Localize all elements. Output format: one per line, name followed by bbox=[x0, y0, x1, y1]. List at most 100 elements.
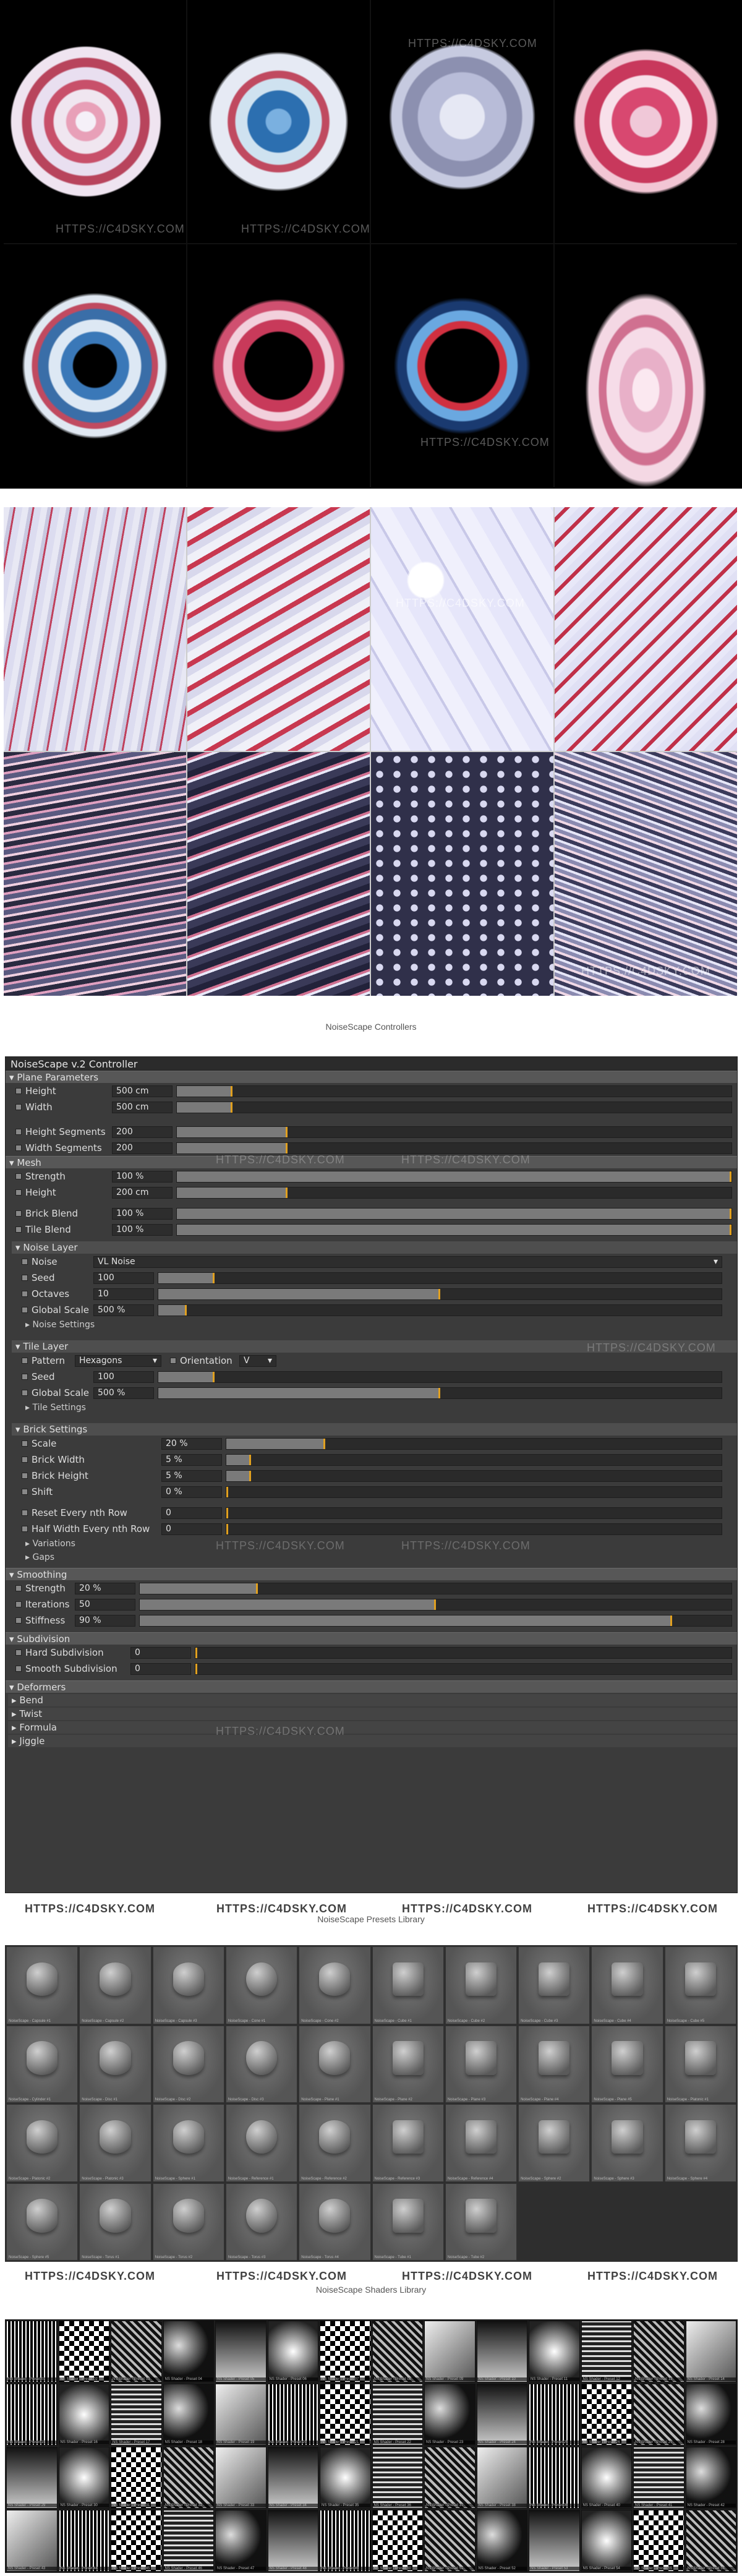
smoothing-strength-field[interactable]: 20 % bbox=[75, 1582, 135, 1594]
preset-thumbnail[interactable]: NoiseScape - Sphere #2 bbox=[518, 2104, 591, 2182]
preset-thumbnail[interactable]: NoiseScape - Sphere #1 bbox=[152, 2104, 224, 2182]
shift-slider[interactable] bbox=[226, 1486, 722, 1498]
preset-thumbnail[interactable]: NoiseScape - Cube #4 bbox=[591, 1946, 663, 2024]
mesh-height-field[interactable]: 200 cm bbox=[112, 1186, 173, 1199]
preset-thumbnail[interactable]: NoiseScape - Disc #3 bbox=[225, 2025, 298, 2103]
iterations-field[interactable]: 50 bbox=[75, 1598, 135, 1611]
preset-thumbnail[interactable]: NoiseScape - Cube #2 bbox=[445, 1946, 518, 2024]
brick-blend-slider[interactable] bbox=[176, 1207, 732, 1220]
shader-thumbnail[interactable]: NS Shader - Preset 11 bbox=[529, 2321, 580, 2382]
preset-thumbnail[interactable]: NoiseScape - Sphere #5 bbox=[6, 2183, 79, 2261]
preset-thumbnail[interactable]: NoiseScape - Platonic #1 bbox=[664, 2025, 736, 2103]
shader-thumbnail[interactable]: NS Shader - Preset 39 bbox=[529, 2447, 580, 2509]
group-deformers[interactable]: ▾ Deformers bbox=[6, 1680, 737, 1693]
shader-thumbnail[interactable]: NS Shader - Preset 31 bbox=[111, 2447, 162, 2509]
keyframe-icon[interactable] bbox=[22, 1510, 28, 1516]
preset-thumbnail[interactable]: NoiseScape - Disc #1 bbox=[79, 2025, 151, 2103]
keyframe-icon[interactable] bbox=[15, 1666, 22, 1672]
hard-subdivision-slider[interactable] bbox=[195, 1646, 732, 1659]
deformer-formula[interactable]: ▸ Formula bbox=[8, 1721, 737, 1734]
brick-height-slider[interactable] bbox=[226, 1470, 722, 1482]
preset-thumbnail[interactable]: NoiseScape - Platonic #3 bbox=[79, 2104, 151, 2182]
shader-thumbnail[interactable]: NS Shader - Preset 52 bbox=[476, 2510, 527, 2572]
shader-thumbnail[interactable]: NS Shader - Preset 42 bbox=[685, 2447, 736, 2509]
stiffness-slider[interactable] bbox=[139, 1614, 732, 1627]
shader-thumbnail[interactable]: NS Shader - Preset 35 bbox=[320, 2447, 371, 2509]
shader-thumbnail[interactable]: NS Shader - Preset 18 bbox=[163, 2384, 214, 2445]
preset-thumbnail[interactable]: NoiseScape - Plane #4 bbox=[518, 2025, 591, 2103]
preset-thumbnail[interactable]: NoiseScape - Disc #2 bbox=[152, 2025, 224, 2103]
keyframe-icon[interactable] bbox=[22, 1291, 28, 1297]
pattern-dropdown[interactable]: Hexagons ▾ bbox=[75, 1354, 161, 1367]
preset-thumbnail[interactable]: NoiseScape - Tube #1 bbox=[372, 2183, 444, 2261]
hard-subdivision-field[interactable]: 0 bbox=[130, 1646, 191, 1659]
shader-thumbnail[interactable]: NS Shader - Preset 53 bbox=[529, 2510, 580, 2572]
deformer-twist[interactable]: ▸ Twist bbox=[8, 1708, 737, 1720]
noise-dropdown[interactable]: VL Noise ▾ bbox=[93, 1256, 722, 1268]
octaves-field[interactable]: 10 bbox=[93, 1288, 154, 1300]
group-brick-settings[interactable]: ▾ Brick Settings bbox=[12, 1423, 737, 1436]
shader-thumbnail[interactable]: NS Shader - Preset 46 bbox=[163, 2510, 214, 2572]
shader-thumbnail[interactable]: NS Shader - Preset 03 bbox=[111, 2321, 162, 2382]
preset-thumbnail[interactable]: NoiseScape - Torus #3 bbox=[225, 2183, 298, 2261]
tile-seed-field[interactable]: 100 bbox=[93, 1371, 154, 1383]
preset-thumbnail[interactable]: NoiseScape - Torus #1 bbox=[79, 2183, 151, 2261]
preset-thumbnail[interactable]: NoiseScape - Reference #3 bbox=[372, 2104, 444, 2182]
smooth-subdivision-slider[interactable] bbox=[195, 1662, 732, 1675]
shader-thumbnail[interactable]: NS Shader - Preset 17 bbox=[111, 2384, 162, 2445]
reset-every-nth-row-field[interactable]: 0 bbox=[161, 1507, 222, 1519]
preset-thumbnail[interactable]: NoiseScape - Plane #5 bbox=[591, 2025, 663, 2103]
preset-thumbnail[interactable]: NoiseScape - Sphere #3 bbox=[591, 2104, 663, 2182]
mesh-height-slider[interactable] bbox=[176, 1186, 732, 1199]
shader-thumbnail[interactable]: NS Shader - Preset 34 bbox=[267, 2447, 318, 2509]
preset-thumbnail[interactable]: NoiseScape - Platonic #2 bbox=[6, 2104, 79, 2182]
shader-thumbnail[interactable]: NS Shader - Preset 48 bbox=[267, 2510, 318, 2572]
keyframe-icon[interactable] bbox=[15, 1601, 22, 1607]
shader-thumbnail[interactable]: NS Shader - Preset 27 bbox=[633, 2384, 684, 2445]
shader-thumbnail[interactable]: NS Shader - Preset 04 bbox=[163, 2321, 214, 2382]
brick-width-field[interactable]: 5 % bbox=[161, 1453, 222, 1466]
octaves-slider[interactable] bbox=[158, 1288, 722, 1300]
brick-scale-field[interactable]: 20 % bbox=[161, 1437, 222, 1450]
tile-blend-field[interactable]: 100 % bbox=[112, 1223, 173, 1236]
keyframe-icon[interactable] bbox=[15, 1189, 22, 1196]
brick-blend-field[interactable]: 100 % bbox=[112, 1207, 173, 1220]
shader-thumbnail[interactable]: NS Shader - Preset 16 bbox=[58, 2384, 109, 2445]
keyframe-icon[interactable] bbox=[22, 1307, 28, 1313]
shader-thumbnail[interactable]: NS Shader - Preset 38 bbox=[476, 2447, 527, 2509]
tile-global-scale-slider[interactable] bbox=[158, 1387, 722, 1399]
preset-thumbnail[interactable]: NoiseScape - Capsule #1 bbox=[6, 1946, 79, 2024]
height-field[interactable]: 500 cm bbox=[112, 1085, 173, 1097]
shader-thumbnail[interactable]: NS Shader - Preset 12 bbox=[581, 2321, 632, 2382]
keyframe-icon[interactable] bbox=[15, 1129, 22, 1135]
shader-thumbnail[interactable]: NS Shader - Preset 43 bbox=[6, 2510, 58, 2572]
keyframe-icon[interactable] bbox=[22, 1440, 28, 1447]
half-width-every-nth-row-slider[interactable] bbox=[226, 1523, 722, 1535]
shader-thumbnail[interactable]: NS Shader - Preset 37 bbox=[424, 2447, 475, 2509]
shader-thumbnail[interactable]: NS Shader - Preset 13 bbox=[633, 2321, 684, 2382]
shader-thumbnail[interactable]: NS Shader - Preset 41 bbox=[633, 2447, 684, 2509]
tile-blend-slider[interactable] bbox=[176, 1223, 732, 1236]
preset-thumbnail[interactable]: NoiseScape - Reference #2 bbox=[299, 2104, 371, 2182]
orientation-dropdown[interactable]: V ▾ bbox=[239, 1354, 276, 1367]
shader-thumbnail[interactable]: NS Shader - Preset 29 bbox=[6, 2447, 58, 2509]
keyframe-icon[interactable] bbox=[22, 1275, 28, 1281]
tile-settings-toggle[interactable]: ▸ Tile Settings bbox=[22, 1401, 737, 1414]
keyframe-icon[interactable] bbox=[15, 1088, 22, 1094]
shader-thumbnail[interactable]: NS Shader - Preset 23 bbox=[424, 2384, 475, 2445]
shader-thumbnail[interactable]: NS Shader - Preset 54 bbox=[581, 2510, 632, 2572]
shader-thumbnail[interactable]: NS Shader - Preset 20 bbox=[267, 2384, 318, 2445]
smoothing-strength-slider[interactable] bbox=[139, 1582, 732, 1594]
preset-thumbnail[interactable]: NoiseScape - Torus #2 bbox=[152, 2183, 224, 2261]
shader-thumbnail[interactable]: NS Shader - Preset 07 bbox=[320, 2321, 371, 2382]
iterations-slider[interactable] bbox=[139, 1598, 732, 1611]
keyframe-icon[interactable] bbox=[22, 1473, 28, 1479]
shader-thumbnail[interactable]: NS Shader - Preset 56 bbox=[685, 2510, 736, 2572]
keyframe-icon[interactable] bbox=[22, 1374, 28, 1380]
shader-thumbnail[interactable]: NS Shader - Preset 22 bbox=[372, 2384, 423, 2445]
gaps-toggle[interactable]: ▸ Gaps bbox=[22, 1551, 737, 1564]
preset-thumbnail[interactable]: NoiseScape - Cone #1 bbox=[225, 1946, 298, 2024]
keyframe-icon[interactable] bbox=[15, 1104, 22, 1110]
height-segments-field[interactable]: 200 bbox=[112, 1126, 173, 1138]
shader-thumbnail[interactable]: NS Shader - Preset 08 bbox=[372, 2321, 423, 2382]
